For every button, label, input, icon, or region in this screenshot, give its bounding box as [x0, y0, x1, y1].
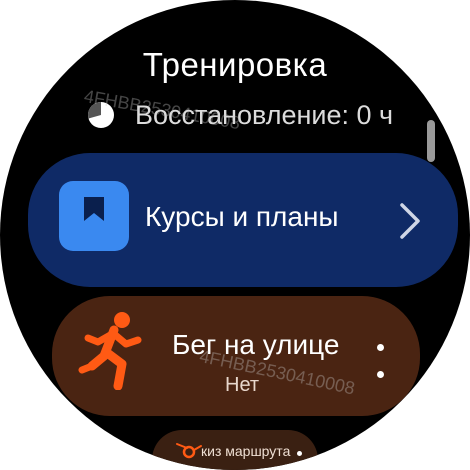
outdoor-run-label: Бег на улице	[172, 329, 340, 360]
route-menu-dot	[297, 451, 302, 456]
outdoor-run-sublabel: Нет	[225, 374, 260, 396]
courses-label: Курсы и планы	[145, 201, 339, 232]
route-icon	[176, 443, 202, 459]
recovery-text: Восстановление: 0 ч	[135, 99, 394, 130]
dot-2	[376, 371, 384, 378]
bookmark-icon	[59, 181, 129, 251]
route-label: киз маршрута	[201, 443, 291, 459]
outdoor-run-card[interactable]: Бег на улице Нет	[52, 296, 420, 416]
page-title: Тренировка	[142, 46, 328, 83]
recovery-pie-icon	[88, 102, 114, 128]
more-options-icon[interactable]	[376, 344, 384, 378]
dot-1	[376, 344, 384, 351]
route-card[interactable]: киз маршрута	[152, 430, 318, 470]
runner-icon	[78, 312, 142, 390]
watch-screen: Тренировка Восстановление: 0 ч Курсы и п…	[0, 0, 470, 470]
recovery-status: Восстановление: 0 ч	[86, 98, 393, 132]
scrollbar[interactable]	[427, 120, 435, 162]
chevron-right-icon	[400, 203, 420, 239]
courses-and-plans-card[interactable]: Курсы и планы	[28, 153, 458, 287]
